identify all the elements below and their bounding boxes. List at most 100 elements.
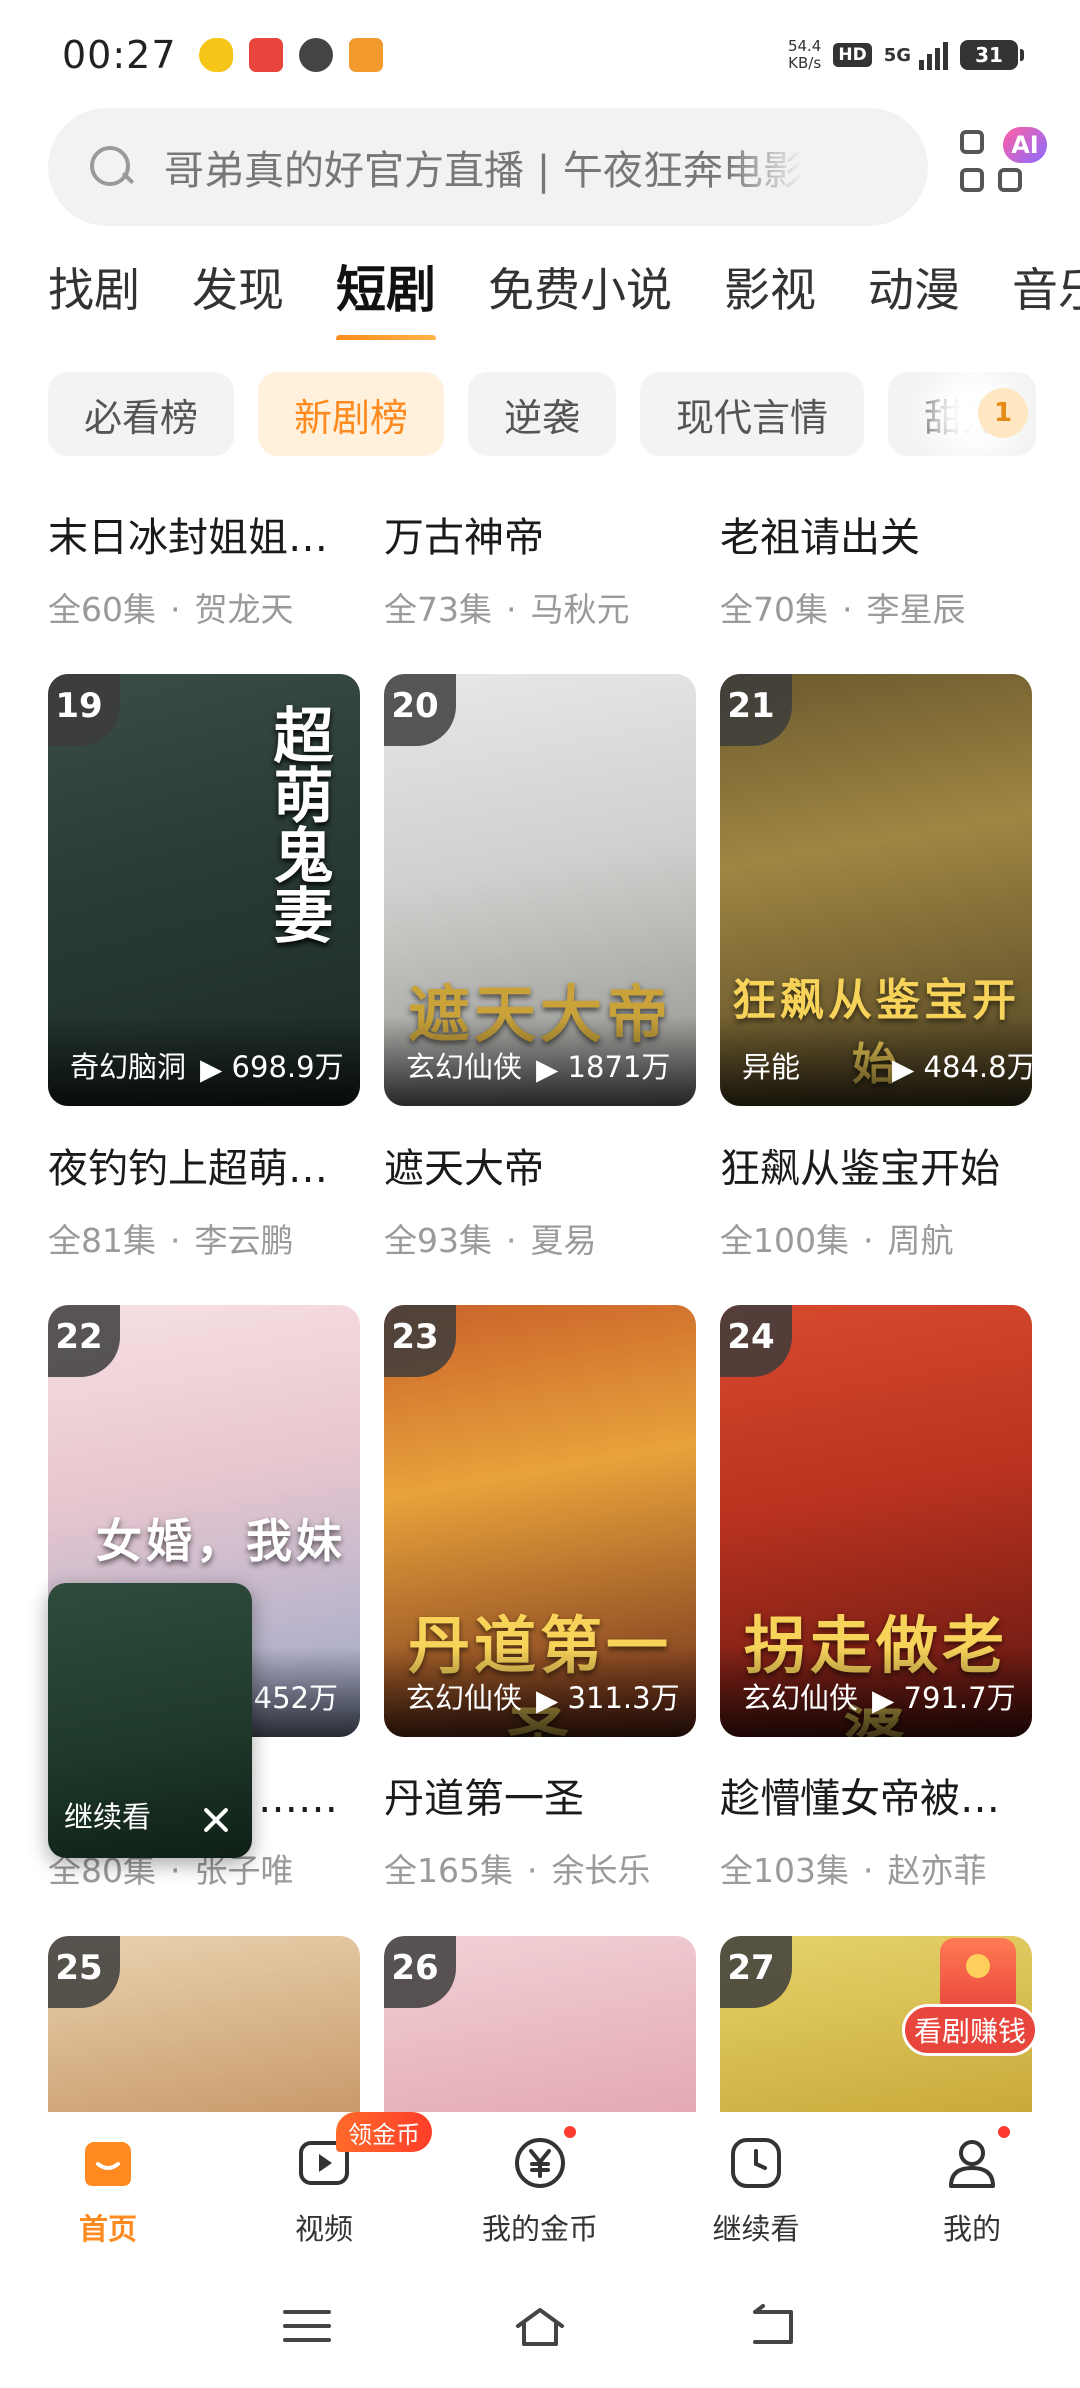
drama-item[interactable]: 万古神帝 全73集 · 马秋元	[384, 505, 696, 631]
poster-overlay: 异能 ▶ 484.8万	[720, 1016, 1032, 1106]
poster-overlay: 玄幻仙侠 ▶ 791.7万	[720, 1647, 1032, 1737]
drama-title: 末日冰封姐姐…	[48, 515, 328, 561]
drama-title: 狂飙从鉴宝开始	[720, 1146, 1000, 1192]
grid-icon	[998, 168, 1022, 192]
drama-meta: 全100集 · 周航	[720, 1221, 954, 1260]
actor-name: 余长乐	[551, 1851, 651, 1890]
home-button-icon[interactable]	[512, 2302, 568, 2350]
tab-find-drama[interactable]: 找剧	[48, 250, 140, 340]
episode-count: 全60集	[48, 590, 156, 629]
drama-item[interactable]: 末日冰封姐姐… 全60集 · 贺龙天	[48, 505, 360, 631]
system-navigation	[0, 2264, 1080, 2388]
drama-poster[interactable]: 超萌鬼妻 19 奇幻脑洞 ▶ 698.9万	[48, 674, 360, 1106]
play-count-icon: ▶	[536, 1052, 568, 1086]
actor-name: 夏易	[530, 1221, 597, 1260]
nav-continue-watching[interactable]: 继续看	[648, 2112, 864, 2264]
episode-count: 全103集	[720, 1851, 849, 1890]
net-speed: 54.4 KB/s	[788, 38, 821, 72]
drama-item[interactable]: 狂飙从鉴宝开始 全100集 · 周航	[720, 1136, 1032, 1262]
battery-icon: 31	[960, 40, 1024, 70]
rank-badge: 19	[48, 674, 120, 746]
drama-poster[interactable]: 拐走做老婆 24 玄幻仙侠▶ 791.7万	[720, 1305, 1032, 1737]
genre-tag: 玄幻仙侠	[406, 1050, 523, 1084]
status-bar: 00:27 54.4 KB/s HD 5G 31	[0, 0, 1080, 110]
tab-free-novel[interactable]: 免费小说	[488, 250, 672, 340]
genre-tag: 异能	[742, 1050, 801, 1084]
bottom-navigation: 首页 视频 领金币 我的金币 继续看 我的	[0, 2112, 1080, 2264]
chip-must-watch[interactable]: 必看榜	[48, 372, 235, 456]
rank-badge: 24	[720, 1305, 792, 1377]
nav-home[interactable]: 首页	[0, 2112, 216, 2264]
grid-icon	[960, 130, 984, 154]
poster-title: 女婚，我妹	[96, 1514, 346, 1568]
drama-title: 老祖请出关	[720, 515, 920, 561]
nav-my-coins[interactable]: 我的金币	[432, 2112, 648, 2264]
notification-icons	[198, 38, 383, 72]
poster-overlay: 玄幻仙侠 ▶ 1871万	[384, 1016, 696, 1106]
drama-poster[interactable]: 26	[384, 1936, 696, 2112]
play-count-icon: ▶	[536, 1683, 568, 1717]
tab-anime[interactable]: 动漫	[868, 250, 960, 340]
drama-meta: 全165集 · 余长乐	[384, 1851, 651, 1890]
ai-badge[interactable]: AI	[1000, 124, 1050, 166]
chip-count-badge: 1	[978, 388, 1028, 438]
poster-overlay: 玄幻仙侠 ▶ 311.3万	[384, 1647, 696, 1737]
app-notification-icon	[248, 38, 283, 72]
drama-title: 夜钓钓上超萌…	[48, 1146, 328, 1192]
drama-item[interactable]: 老祖请出关 全70集 · 李星辰	[720, 505, 1032, 631]
close-icon[interactable]	[202, 1806, 230, 1834]
drama-item[interactable]: 遮天大帝 全93集 · 夏易	[384, 1136, 696, 1262]
drama-poster[interactable]: 丹道第一圣 23 玄幻仙侠▶ 311.3万	[384, 1305, 696, 1737]
network-type: 5G	[883, 44, 911, 66]
drama-item[interactable]: 趁懵懂女帝被… 全103集 · 赵亦菲	[720, 1766, 1032, 1892]
episode-count: 全165集	[384, 1851, 513, 1890]
back-icon[interactable]	[745, 2302, 801, 2350]
genre-tag: 奇幻脑洞	[70, 1050, 187, 1084]
drama-title: 万古神帝	[384, 515, 544, 561]
chip-modern-romance[interactable]: 现代言情	[640, 372, 865, 456]
clock-icon	[731, 2138, 781, 2188]
play-count: 311.3万	[567, 1681, 680, 1715]
nav-profile[interactable]: 我的	[864, 2112, 1080, 2264]
nav-video[interactable]: 视频 领金币	[216, 2112, 432, 2264]
episode-count: 全73集	[384, 590, 492, 629]
genre-tag: 玄幻仙侠	[742, 1681, 859, 1715]
drama-poster[interactable]: 25	[48, 1936, 360, 2112]
drama-meta: 全73集 · 马秋元	[384, 590, 630, 629]
notification-dot	[998, 2126, 1010, 2138]
rank-badge: 23	[384, 1305, 456, 1377]
drama-poster[interactable]: 狂飙从鉴宝开始 21 异能▶ 484.8万	[720, 674, 1032, 1106]
chip-new-drama[interactable]: 新剧榜	[258, 372, 445, 456]
tab-music[interactable]: 音乐	[1012, 250, 1080, 340]
play-count: 698.9万	[231, 1050, 344, 1084]
actor-name: 贺龙天	[194, 590, 294, 629]
drama-poster[interactable]: 遮天大帝 20 玄幻仙侠 ▶ 1871万	[384, 674, 696, 1106]
nav-label: 我的	[942, 2212, 1001, 2246]
poster-overlay: 奇幻脑洞 ▶ 698.9万	[48, 1016, 360, 1106]
nav-label: 视频	[294, 2212, 353, 2246]
nav-label: 首页	[78, 2212, 137, 2246]
tab-short-drama[interactable]: 短剧	[336, 250, 436, 340]
drama-item[interactable]: 夜钓钓上超萌… 全81集 · 李云鹏	[48, 1136, 360, 1262]
play-count: 791.7万	[903, 1681, 1016, 1715]
continue-watching-label: 继续看	[64, 1800, 152, 1834]
actor-name: 李星辰	[866, 590, 966, 629]
drama-meta: 全81集 · 李云鹏	[48, 1221, 294, 1260]
earn-coins-badge[interactable]: 看剧赚钱	[902, 2004, 1038, 2056]
continue-watching-mini-player[interactable]: 继续看	[48, 1583, 252, 1858]
drama-title: 趁懵懂女帝被…	[720, 1776, 1000, 1822]
episode-count: 全81集	[48, 1221, 156, 1260]
tab-discover[interactable]: 发现	[192, 250, 284, 340]
chip-counterattack[interactable]: 逆袭	[468, 372, 617, 456]
drama-title: 遮天大帝	[384, 1146, 544, 1192]
drama-item[interactable]: 丹道第一圣 全165集 · 余长乐	[384, 1766, 696, 1892]
drama-title: 丹道第一圣	[384, 1776, 584, 1822]
nav-label: 继续看	[712, 2212, 800, 2246]
search-bar[interactable]: 哥弟真的好官方直播 | 午夜狂奔电影	[48, 108, 928, 226]
menu-icon[interactable]	[279, 2302, 335, 2350]
tab-film-tv[interactable]: 影视	[724, 250, 816, 340]
rank-badge: 20	[384, 674, 456, 746]
coin-icon	[515, 2138, 565, 2188]
red-packet-icon[interactable]	[940, 1938, 1016, 2014]
notification-dot	[564, 2126, 576, 2138]
